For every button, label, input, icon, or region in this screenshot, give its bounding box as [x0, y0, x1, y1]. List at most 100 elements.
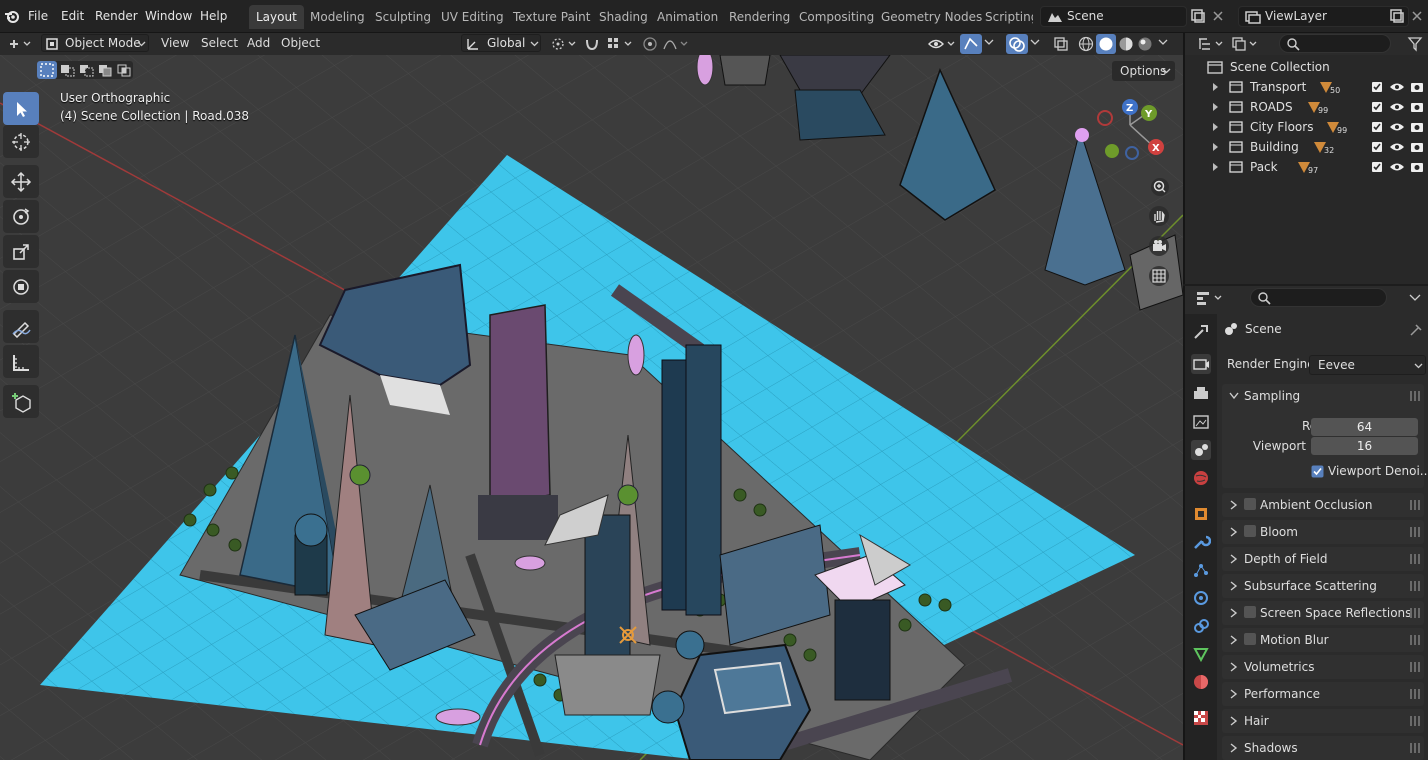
- solid-shading-button[interactable]: [1096, 34, 1116, 54]
- outliner-search-input[interactable]: [1279, 34, 1391, 53]
- tab-texture-paint[interactable]: Texture Paint: [506, 5, 597, 29]
- drag-grip-icon[interactable]: [1410, 716, 1420, 726]
- expand-arrow-icon[interactable]: [1212, 123, 1220, 131]
- material-sphere-icon[interactable]: [1191, 672, 1211, 692]
- drag-grip-icon[interactable]: [1410, 743, 1420, 753]
- filter-icon[interactable]: [1407, 36, 1427, 52]
- viewlayer-selector[interactable]: ViewLayer: [1238, 6, 1409, 27]
- wireframe-shading-icon[interactable]: [1078, 36, 1094, 52]
- outliner-item-pack[interactable]: Pack 97: [1185, 157, 1428, 177]
- measure-tool[interactable]: [3, 345, 39, 378]
- panel-depth-of-field[interactable]: Depth of Field: [1222, 547, 1424, 571]
- render-samples-field[interactable]: 64: [1311, 418, 1418, 436]
- camera-render-icon[interactable]: [1410, 100, 1424, 114]
- new-viewlayer-icon[interactable]: [1389, 9, 1405, 23]
- menu-file[interactable]: File: [28, 9, 48, 23]
- outliner-item-transport[interactable]: Transport 50: [1185, 77, 1428, 97]
- constraints-icon[interactable]: [1191, 616, 1211, 636]
- transform-tool[interactable]: [3, 270, 39, 303]
- eye-icon[interactable]: [1389, 161, 1405, 173]
- scene-tab[interactable]: [1191, 440, 1211, 460]
- world-globe-icon[interactable]: [1191, 468, 1211, 488]
- properties-editor-type-icon[interactable]: [1195, 290, 1225, 306]
- scale-tool[interactable]: [3, 235, 39, 268]
- tab-modeling[interactable]: Modeling: [303, 5, 372, 29]
- chevron-down-icon[interactable]: [1030, 39, 1040, 47]
- pan-hand-icon[interactable]: [1148, 205, 1170, 227]
- eye-icon[interactable]: [1389, 81, 1405, 93]
- panel-enable-checkbox[interactable]: [1244, 633, 1256, 645]
- eye-icon[interactable]: [1389, 141, 1405, 153]
- editor-type-icon[interactable]: [6, 36, 32, 52]
- outliner-item-building[interactable]: Building 32: [1185, 137, 1428, 157]
- pivot-point-icon[interactable]: [550, 36, 578, 52]
- snap-target-icon[interactable]: [606, 36, 634, 52]
- delete-viewlayer-icon[interactable]: [1411, 10, 1423, 22]
- render-tab[interactable]: [1191, 354, 1211, 374]
- add-cube-tool[interactable]: [3, 385, 39, 418]
- expand-arrow-icon[interactable]: [1212, 143, 1220, 151]
- tab-layout[interactable]: Layout: [249, 5, 304, 29]
- object-tab-icon[interactable]: [1191, 504, 1211, 524]
- display-mode-icon[interactable]: [1231, 36, 1259, 52]
- modifier-wrench-icon[interactable]: [1191, 532, 1211, 552]
- blender-logo-icon[interactable]: [4, 8, 20, 24]
- drag-grip-icon[interactable]: [1410, 689, 1420, 699]
- tab-uv-editing[interactable]: UV Editing: [434, 5, 511, 29]
- rotate-tool[interactable]: [3, 200, 39, 233]
- drag-grip-icon[interactable]: [1410, 581, 1420, 591]
- menu-edit[interactable]: Edit: [61, 9, 84, 23]
- select-difference-icon[interactable]: [96, 61, 114, 79]
- zoom-icon[interactable]: [1150, 177, 1170, 197]
- 3d-viewport[interactable]: User Orthographic (4) Scene Collection |…: [0, 55, 1183, 760]
- select-box-tool[interactable]: [3, 92, 39, 125]
- panel-screen-space-reflections[interactable]: Screen Space Reflections: [1222, 601, 1424, 625]
- menu-help[interactable]: Help: [200, 9, 227, 23]
- transform-orientation-dropdown[interactable]: Global: [461, 34, 541, 52]
- expand-arrow-icon[interactable]: [1212, 83, 1220, 91]
- outliner-item-roads[interactable]: ROADS 99: [1185, 97, 1428, 117]
- tool-tab-icon[interactable]: [1191, 322, 1211, 342]
- select-intersect-icon[interactable]: [115, 61, 133, 79]
- proportional-editing-icon[interactable]: [642, 36, 658, 52]
- camera-render-icon[interactable]: [1410, 140, 1424, 154]
- outliner-item-city-floors[interactable]: City Floors 99: [1185, 117, 1428, 137]
- panel-hair[interactable]: Hair: [1222, 709, 1424, 733]
- eye-icon[interactable]: [1389, 101, 1405, 113]
- exclude-checkbox-icon[interactable]: [1371, 81, 1383, 93]
- chevron-down-icon[interactable]: [1409, 294, 1421, 302]
- panel-enable-checkbox[interactable]: [1244, 525, 1256, 537]
- menu-window[interactable]: Window: [145, 9, 192, 23]
- camera-render-icon[interactable]: [1410, 120, 1424, 134]
- navigation-gizmo[interactable]: Z Y X: [1090, 97, 1170, 167]
- viewport-samples-field[interactable]: 16: [1311, 437, 1418, 455]
- panel-motion-blur[interactable]: Motion Blur: [1222, 628, 1424, 652]
- chevron-down-icon[interactable]: [984, 39, 994, 47]
- xray-icon[interactable]: [1053, 36, 1069, 52]
- tab-animation[interactable]: Animation: [650, 5, 725, 29]
- object-mode-dropdown[interactable]: Object Mode: [41, 34, 149, 52]
- panel-subsurface-scattering[interactable]: Subsurface Scattering: [1222, 574, 1424, 598]
- expand-arrow-icon[interactable]: [1212, 103, 1220, 111]
- drag-grip-icon[interactable]: [1410, 554, 1420, 564]
- tab-geometry-nodes[interactable]: Geometry Nodes: [874, 5, 989, 29]
- options-dropdown[interactable]: Options: [1112, 61, 1175, 81]
- panel-shadows[interactable]: Shadows: [1222, 736, 1424, 760]
- exclude-checkbox-icon[interactable]: [1371, 141, 1383, 153]
- texture-checker-icon[interactable]: [1191, 708, 1211, 728]
- camera-render-icon[interactable]: [1410, 80, 1424, 94]
- viewport-denoise-checkbox[interactable]: [1311, 465, 1324, 478]
- panel-bloom[interactable]: Bloom: [1222, 520, 1424, 544]
- drag-grip-icon[interactable]: [1410, 635, 1420, 645]
- tab-compositing[interactable]: Compositing: [792, 5, 881, 29]
- collapse-arrow-icon[interactable]: [1229, 392, 1239, 400]
- annotate-tool[interactable]: [3, 310, 39, 343]
- move-tool[interactable]: [3, 165, 39, 198]
- outliner-root[interactable]: Scene Collection: [1185, 57, 1428, 77]
- view-menu[interactable]: View: [161, 36, 189, 50]
- camera-render-icon[interactable]: [1410, 160, 1424, 174]
- select-extend-icon[interactable]: [58, 61, 76, 79]
- output-printer-icon[interactable]: [1191, 384, 1211, 404]
- menu-render[interactable]: Render: [95, 9, 138, 23]
- sampling-header[interactable]: Sampling: [1244, 389, 1300, 403]
